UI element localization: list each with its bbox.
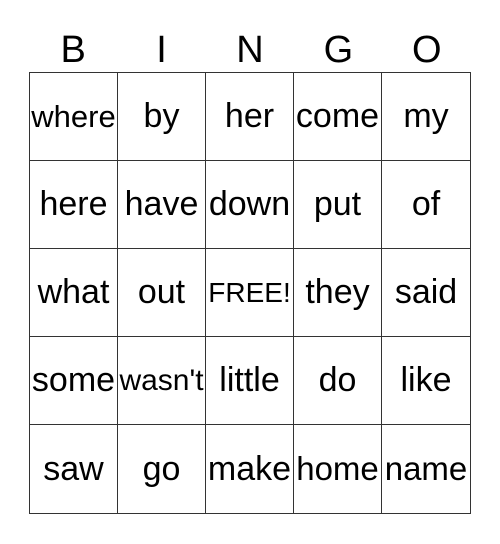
bingo-cell[interactable]: name <box>382 425 470 513</box>
bingo-cell[interactable]: out <box>118 249 206 337</box>
bingo-cell[interactable]: little <box>206 337 294 425</box>
cell-word: do <box>318 361 357 399</box>
bingo-cell[interactable]: of <box>382 161 470 249</box>
bingo-cell[interactable]: by <box>118 73 206 161</box>
cell-word: what <box>37 273 110 311</box>
bingo-cell[interactable]: FREE! <box>206 249 294 337</box>
cell-word: FREE! <box>208 276 291 308</box>
cell-word: of <box>411 185 441 223</box>
bingo-cell[interactable]: wasn't <box>118 337 206 425</box>
bingo-cell[interactable]: make <box>206 425 294 513</box>
header-letter-n: N <box>236 29 264 71</box>
cell-word: home <box>296 450 379 487</box>
cell-word: make <box>207 449 292 488</box>
bingo-cell[interactable]: what <box>30 249 118 337</box>
bingo-cell[interactable]: down <box>206 161 294 249</box>
bingo-grid: where by her come my here have down put of what out… <box>29 72 471 514</box>
cell-word: said <box>394 273 458 311</box>
cell-word: her <box>224 97 275 135</box>
cell-word: where <box>31 98 116 134</box>
cell-word: put <box>313 185 362 223</box>
bingo-cell[interactable]: my <box>382 73 470 161</box>
cell-word: name <box>384 450 468 487</box>
header-letter-i: I <box>156 29 167 71</box>
cell-word: come <box>295 97 380 135</box>
cell-word: some <box>31 361 116 399</box>
bingo-cell[interactable]: like <box>382 337 470 425</box>
cell-word: here <box>39 185 108 223</box>
bingo-cell[interactable]: her <box>206 73 294 161</box>
cell-word: out <box>137 273 186 311</box>
cell-word: wasn't <box>119 363 204 397</box>
bingo-cell[interactable]: home <box>294 425 382 513</box>
cell-word: my <box>403 97 449 135</box>
bingo-cell[interactable]: some <box>30 337 118 425</box>
bingo-cell[interactable]: do <box>294 337 382 425</box>
cell-word: by <box>143 97 180 135</box>
bingo-cell[interactable]: they <box>294 249 382 337</box>
cell-word: have <box>124 185 199 223</box>
header-letter-o: O <box>411 29 442 71</box>
bingo-cell[interactable]: here <box>30 161 118 249</box>
cell-word: go <box>142 449 181 488</box>
bingo-cell[interactable]: where <box>30 73 118 161</box>
bingo-cell[interactable]: have <box>118 161 206 249</box>
cell-word: down <box>208 185 291 223</box>
cell-word: like <box>400 361 452 399</box>
cell-word: saw <box>43 449 104 488</box>
cell-word: they <box>305 273 370 311</box>
header-letter-b: B <box>60 29 86 71</box>
bingo-cell[interactable]: put <box>294 161 382 249</box>
bingo-cell[interactable]: come <box>294 73 382 161</box>
bingo-cell[interactable]: saw <box>30 425 118 513</box>
bingo-cell[interactable]: said <box>382 249 470 337</box>
bingo-header: B I N G O <box>29 28 471 72</box>
bingo-cell[interactable]: go <box>118 425 206 513</box>
cell-word: little <box>219 361 280 399</box>
header-letter-g: G <box>323 29 354 71</box>
